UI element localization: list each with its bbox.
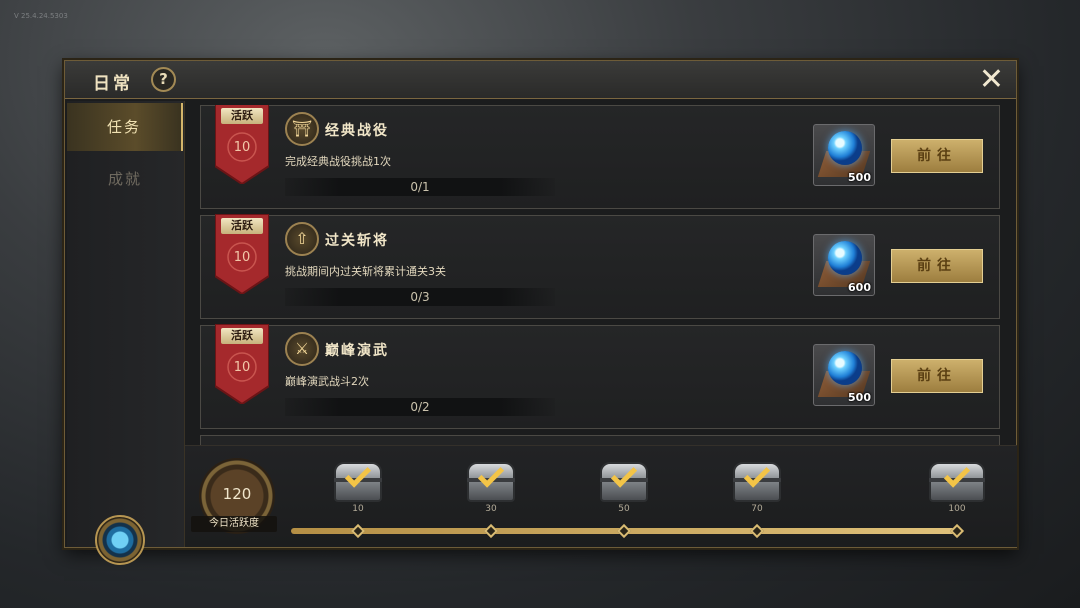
battle-icon: ⛩ bbox=[285, 112, 319, 146]
task-desc: 完成经典战役挑战1次 bbox=[285, 155, 391, 168]
chest-70[interactable]: 70 bbox=[729, 454, 785, 524]
reward-item[interactable]: 500 bbox=[813, 124, 875, 186]
crystal-orb-icon bbox=[828, 351, 862, 385]
activity-banner: 活跃 10 bbox=[215, 214, 269, 294]
task-row-partial bbox=[200, 435, 1000, 445]
goto-button[interactable]: 前往 bbox=[891, 139, 983, 173]
goto-button[interactable]: 前往 bbox=[891, 359, 983, 393]
activity-value: 120 bbox=[222, 485, 252, 503]
tab-achievements[interactable]: 成就 bbox=[67, 155, 183, 203]
goto-button[interactable]: 前往 bbox=[891, 249, 983, 283]
chest-50[interactable]: 50 bbox=[596, 454, 652, 524]
reward-quantity: 500 bbox=[848, 171, 871, 184]
milestone-marker bbox=[749, 523, 765, 539]
chest-100[interactable]: 100 bbox=[925, 454, 989, 524]
title-bar: 日常 ? ✕ bbox=[65, 61, 1016, 99]
task-list[interactable]: 活跃 10 ⛩ 经典战役 完成经典战役挑战1次 0/1 500 前往 活跃 10 bbox=[200, 105, 1000, 445]
task-desc: 巅峰演武战斗2次 bbox=[285, 375, 369, 388]
progress-bar: 0/2 bbox=[285, 398, 555, 416]
reward-item[interactable]: 500 bbox=[813, 344, 875, 406]
help-button[interactable]: ? bbox=[151, 67, 176, 92]
stage-arrow-icon: ⇧ bbox=[285, 222, 319, 256]
chest-threshold: 30 bbox=[485, 504, 497, 514]
points-value: 10 bbox=[233, 250, 251, 265]
milestone-marker bbox=[949, 523, 965, 539]
activity-banner: 活跃 10 bbox=[215, 105, 269, 184]
badge-label: 活跃 bbox=[221, 108, 263, 124]
reward-quantity: 500 bbox=[848, 391, 871, 404]
chest-30[interactable]: 30 bbox=[463, 454, 519, 524]
daily-panel: 日常 ? ✕ 任务 成就 活跃 10 ⛩ 经典战役 完成经典战役挑战1次 0/1 bbox=[64, 60, 1017, 565]
progress-text: 0/1 bbox=[410, 180, 430, 194]
progress-text: 0/3 bbox=[410, 290, 430, 304]
activity-banner: 活跃 10 bbox=[215, 324, 269, 404]
progress-bar: 0/1 bbox=[285, 178, 555, 196]
chest-threshold: 100 bbox=[948, 504, 966, 514]
task-row: 活跃 10 ⛩ 经典战役 完成经典战役挑战1次 0/1 500 前往 bbox=[200, 105, 1000, 209]
chest-threshold: 10 bbox=[352, 504, 364, 514]
points-value: 10 bbox=[233, 360, 251, 375]
task-row: 活跃 10 ⚔ 巅峰演武 巅峰演武战斗2次 0/2 500 前往 bbox=[200, 324, 1000, 429]
progress-bar: 0/3 bbox=[285, 288, 555, 306]
chest-threshold: 70 bbox=[751, 504, 763, 514]
activity-bar: 120 今日活跃度 10 30 50 70 100 bbox=[185, 445, 1017, 547]
task-desc: 挑战期间内过关斩将累计通关3关 bbox=[285, 265, 446, 278]
milestone-marker bbox=[616, 523, 632, 539]
progress-text: 0/2 bbox=[410, 400, 430, 414]
chest-threshold: 50 bbox=[618, 504, 630, 514]
badge-label: 活跃 bbox=[221, 328, 263, 344]
badge-label: 活跃 bbox=[221, 218, 263, 234]
task-name: 过关斩将 bbox=[325, 233, 389, 249]
version-label: V 25.4.24.5303 bbox=[14, 12, 68, 20]
chest-10[interactable]: 10 bbox=[330, 454, 386, 524]
milestone-marker bbox=[483, 523, 499, 539]
task-name: 巅峰演武 bbox=[325, 343, 389, 359]
close-button[interactable]: ✕ bbox=[979, 65, 1004, 95]
sword-icon: ⚔ bbox=[285, 332, 319, 366]
reward-quantity: 600 bbox=[848, 281, 871, 294]
activity-label: 今日活跃度 bbox=[191, 516, 277, 532]
emblem-icon[interactable] bbox=[95, 515, 145, 565]
reward-item[interactable]: 600 bbox=[813, 234, 875, 296]
task-row: 活跃 10 ⇧ 过关斩将 挑战期间内过关斩将累计通关3关 0/3 600 前往 bbox=[200, 214, 1000, 319]
panel-title: 日常 bbox=[93, 74, 133, 94]
points-value: 10 bbox=[233, 140, 251, 155]
sidebar: 任务 成就 bbox=[67, 101, 185, 565]
crystal-orb-icon bbox=[828, 131, 862, 165]
task-name: 经典战役 bbox=[325, 123, 389, 139]
milestone-marker bbox=[350, 523, 366, 539]
tab-tasks[interactable]: 任务 bbox=[67, 103, 183, 151]
crystal-orb-icon bbox=[828, 241, 862, 275]
